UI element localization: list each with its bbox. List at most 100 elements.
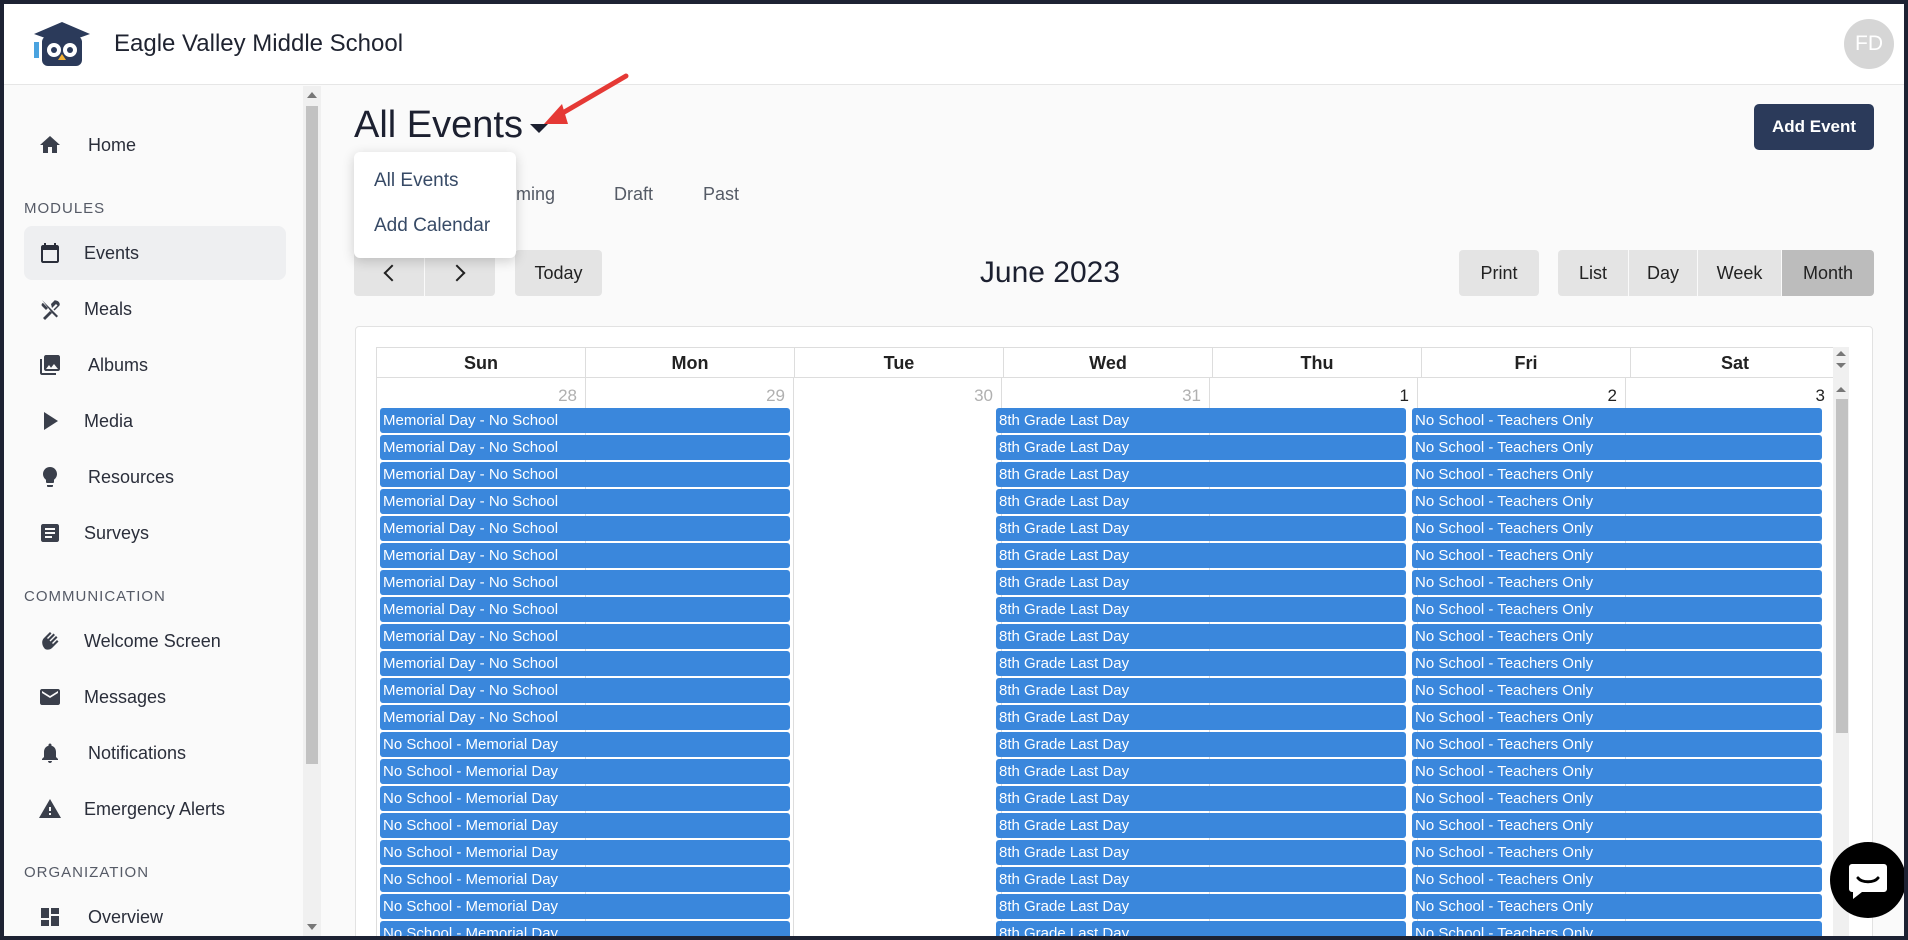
event-8th-grade-last-day[interactable]: 8th Grade Last Day (996, 543, 1406, 568)
tab-past[interactable]: Past (703, 184, 739, 205)
view-week-button[interactable]: Week (1698, 250, 1781, 296)
event-no-school-teachers-only[interactable]: No School - Teachers Only (1412, 867, 1822, 892)
event-8th-grade-last-day[interactable]: 8th Grade Last Day (996, 570, 1406, 595)
event-8th-grade-last-day[interactable]: 8th Grade Last Day (996, 516, 1406, 541)
user-avatar[interactable]: FD (1844, 19, 1894, 69)
event-no-school-teachers-only[interactable]: No School - Teachers Only (1412, 813, 1822, 838)
event-memorial-day[interactable]: Memorial Day - No School (380, 570, 790, 595)
sidebar-item-media[interactable]: Media (24, 394, 286, 448)
event-memorial-day[interactable]: No School - Memorial Day (380, 894, 790, 919)
sidebar-item-label: Emergency Alerts (84, 799, 226, 819)
sidebar-item-overview[interactable]: Overview (24, 890, 286, 940)
chat-button[interactable] (1830, 842, 1906, 918)
event-8th-grade-last-day[interactable]: 8th Grade Last Day (996, 921, 1406, 939)
event-8th-grade-last-day[interactable]: 8th Grade Last Day (996, 786, 1406, 811)
scroll-down-icon[interactable] (307, 924, 317, 930)
scroll-up-icon[interactable] (307, 92, 317, 98)
event-no-school-teachers-only[interactable]: No School - Teachers Only (1412, 408, 1822, 433)
event-memorial-day[interactable]: Memorial Day - No School (380, 543, 790, 568)
sidebar-item-resources[interactable]: Resources (24, 450, 286, 504)
sidebar-item-label: Meals (84, 299, 133, 319)
event-no-school-teachers-only[interactable]: No School - Teachers Only (1412, 705, 1822, 730)
scroll-up-icon[interactable] (1836, 387, 1846, 392)
event-8th-grade-last-day[interactable]: 8th Grade Last Day (996, 435, 1406, 460)
scroll-down-icon[interactable] (1836, 363, 1846, 368)
event-8th-grade-last-day[interactable]: 8th Grade Last Day (996, 678, 1406, 703)
view-day-button[interactable]: Day (1629, 250, 1697, 296)
sidebar-scroll-thumb[interactable] (306, 106, 318, 764)
event-no-school-teachers-only[interactable]: No School - Teachers Only (1412, 651, 1822, 676)
sidebar-item-welcome-screen[interactable]: Welcome Screen (24, 614, 286, 668)
event-8th-grade-last-day[interactable]: 8th Grade Last Day (996, 813, 1406, 838)
event-no-school-teachers-only[interactable]: No School - Teachers Only (1412, 435, 1822, 460)
sidebar-item-meals[interactable]: Meals (24, 282, 286, 336)
event-memorial-day[interactable]: Memorial Day - No School (380, 651, 790, 676)
sidebar-scrollbar[interactable] (303, 86, 321, 936)
event-8th-grade-last-day[interactable]: 8th Grade Last Day (996, 732, 1406, 757)
event-8th-grade-last-day[interactable]: 8th Grade Last Day (996, 759, 1406, 784)
event-memorial-day[interactable]: Memorial Day - No School (380, 624, 790, 649)
event-no-school-teachers-only[interactable]: No School - Teachers Only (1412, 624, 1822, 649)
event-8th-grade-last-day[interactable]: 8th Grade Last Day (996, 867, 1406, 892)
sidebar-item-emergency-alerts[interactable]: Emergency Alerts (24, 782, 286, 836)
event-no-school-teachers-only[interactable]: No School - Teachers Only (1412, 543, 1822, 568)
event-no-school-teachers-only[interactable]: No School - Teachers Only (1412, 786, 1822, 811)
event-no-school-teachers-only[interactable]: No School - Teachers Only (1412, 921, 1822, 939)
sidebar-item-events[interactable]: Events (24, 226, 286, 280)
event-memorial-day[interactable]: Memorial Day - No School (380, 489, 790, 514)
weekday-header: Sun Mon Tue Wed Thu Fri Sat (376, 347, 1840, 378)
event-memorial-day[interactable]: Memorial Day - No School (380, 435, 790, 460)
event-memorial-day[interactable]: Memorial Day - No School (380, 516, 790, 541)
event-8th-grade-last-day[interactable]: 8th Grade Last Day (996, 597, 1406, 622)
dropdown-item-add-calendar[interactable]: Add Calendar (374, 215, 490, 237)
add-event-button[interactable]: Add Event (1754, 104, 1874, 150)
event-memorial-day[interactable]: No School - Memorial Day (380, 867, 790, 892)
event-memorial-day[interactable]: No School - Memorial Day (380, 840, 790, 865)
event-memorial-day[interactable]: Memorial Day - No School (380, 678, 790, 703)
event-memorial-day[interactable]: Memorial Day - No School (380, 597, 790, 622)
event-memorial-day[interactable]: No School - Memorial Day (380, 813, 790, 838)
page-title[interactable]: All Events (354, 104, 523, 147)
event-8th-grade-last-day[interactable]: 8th Grade Last Day (996, 489, 1406, 514)
event-8th-grade-last-day[interactable]: 8th Grade Last Day (996, 462, 1406, 487)
weekday-sun: Sun (377, 348, 586, 377)
sidebar-item-surveys[interactable]: Surveys (24, 506, 286, 560)
event-8th-grade-last-day[interactable]: 8th Grade Last Day (996, 894, 1406, 919)
event-no-school-teachers-only[interactable]: No School - Teachers Only (1412, 840, 1822, 865)
event-8th-grade-last-day[interactable]: 8th Grade Last Day (996, 624, 1406, 649)
survey-icon (41, 524, 59, 542)
today-button[interactable]: Today (515, 250, 602, 296)
event-8th-grade-last-day[interactable]: 8th Grade Last Day (996, 840, 1406, 865)
scroll-up-icon[interactable] (1836, 351, 1846, 356)
event-8th-grade-last-day[interactable]: 8th Grade Last Day (996, 651, 1406, 676)
event-no-school-teachers-only[interactable]: No School - Teachers Only (1412, 462, 1822, 487)
event-no-school-teachers-only[interactable]: No School - Teachers Only (1412, 759, 1822, 784)
event-no-school-teachers-only[interactable]: No School - Teachers Only (1412, 597, 1822, 622)
calendar-scroll-thumb[interactable] (1836, 399, 1848, 733)
event-no-school-teachers-only[interactable]: No School - Teachers Only (1412, 894, 1822, 919)
event-no-school-teachers-only[interactable]: No School - Teachers Only (1412, 678, 1822, 703)
event-memorial-day[interactable]: No School - Memorial Day (380, 921, 790, 939)
event-memorial-day[interactable]: No School - Memorial Day (380, 759, 790, 784)
event-no-school-teachers-only[interactable]: No School - Teachers Only (1412, 516, 1822, 541)
event-no-school-teachers-only[interactable]: No School - Teachers Only (1412, 489, 1822, 514)
view-month-button[interactable]: Month (1782, 250, 1874, 296)
tab-draft[interactable]: Draft (614, 184, 653, 205)
event-memorial-day[interactable]: No School - Memorial Day (380, 786, 790, 811)
sidebar-item-messages[interactable]: Messages (24, 670, 286, 724)
event-no-school-teachers-only[interactable]: No School - Teachers Only (1412, 570, 1822, 595)
event-8th-grade-last-day[interactable]: 8th Grade Last Day (996, 705, 1406, 730)
sidebar-item-notifications[interactable]: Notifications (24, 726, 286, 780)
event-memorial-day[interactable]: Memorial Day - No School (380, 705, 790, 730)
event-8th-grade-last-day[interactable]: 8th Grade Last Day (996, 408, 1406, 433)
event-memorial-day[interactable]: Memorial Day - No School (380, 408, 790, 433)
dropdown-item-all-events[interactable]: All Events (374, 170, 458, 192)
sidebar-item-home[interactable]: Home (24, 118, 286, 172)
view-list-button[interactable]: List (1558, 250, 1628, 296)
event-memorial-day[interactable]: Memorial Day - No School (380, 462, 790, 487)
event-no-school-teachers-only[interactable]: No School - Teachers Only (1412, 732, 1822, 757)
sidebar-item-albums[interactable]: Albums (24, 338, 286, 392)
print-button[interactable]: Print (1459, 250, 1539, 296)
sidebar-item-label: Home (88, 135, 137, 155)
event-memorial-day[interactable]: No School - Memorial Day (380, 732, 790, 757)
